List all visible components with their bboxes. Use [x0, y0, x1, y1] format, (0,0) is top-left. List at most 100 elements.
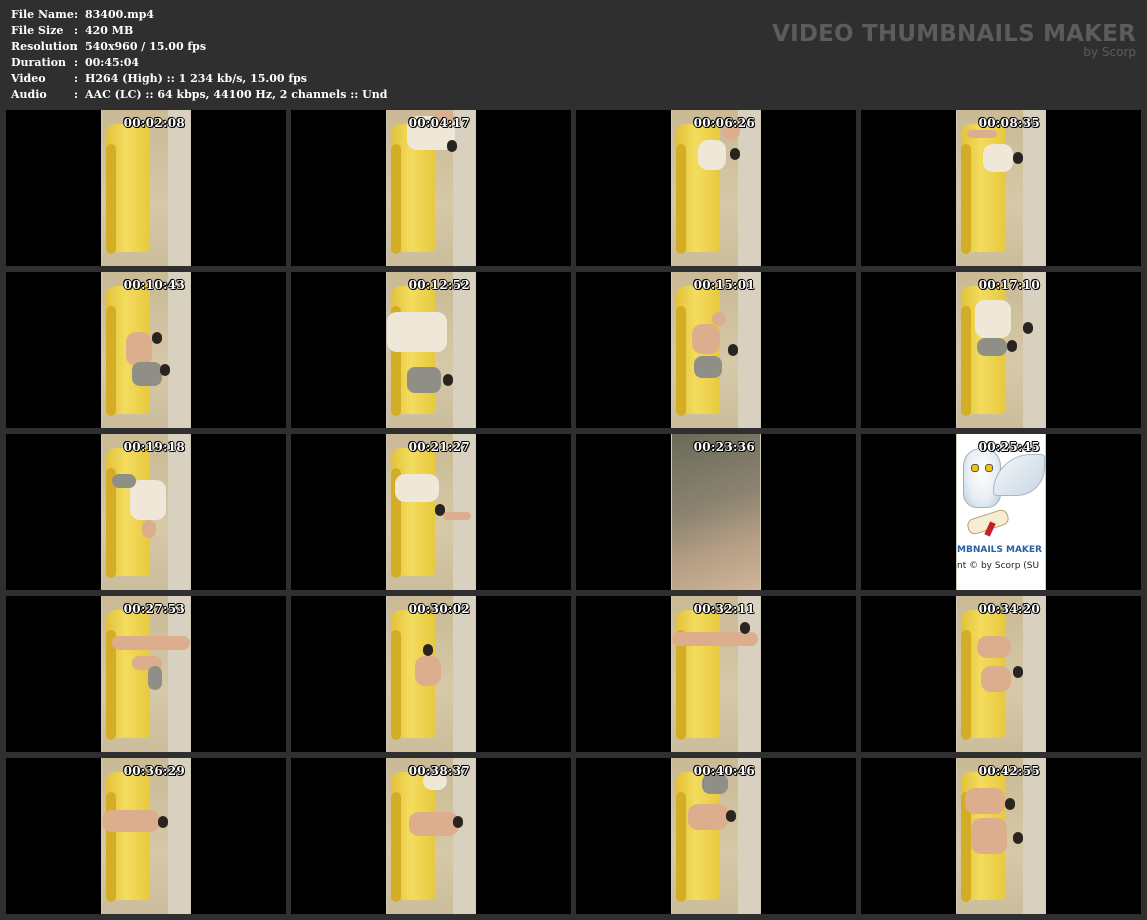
thumbnail-cell: 00:23:36 [576, 434, 856, 590]
timestamp: 00:25:45 [978, 440, 1040, 454]
sofa-back-graphic [676, 144, 686, 254]
person-graphic [102, 810, 160, 832]
video-frame [101, 110, 191, 266]
video-frame [101, 596, 191, 752]
sofa-graphic [106, 124, 150, 254]
person-graphic [443, 374, 453, 386]
video-frame [671, 434, 761, 590]
sofa-back-graphic [961, 144, 971, 254]
sofa-graphic [391, 772, 435, 902]
person-graphic [983, 144, 1013, 172]
person-graphic [132, 362, 162, 386]
thumbnail-cell: 00:19:18 [6, 434, 286, 590]
person-graphic [694, 356, 722, 378]
sofa-back-graphic [676, 306, 686, 416]
person-graphic [152, 332, 162, 344]
splash-copyright-text: nt © by Scorp (SU [957, 561, 1040, 571]
person-graphic [1023, 322, 1033, 334]
person-graphic [112, 474, 136, 488]
floor-graphic [168, 758, 190, 914]
timestamp: 00:23:36 [693, 440, 755, 454]
sofa-back-graphic [961, 630, 971, 740]
sofa-back-graphic [676, 792, 686, 902]
person-graphic [981, 666, 1011, 692]
timestamp: 00:12:52 [408, 278, 470, 292]
person-graphic [712, 312, 726, 326]
timestamp: 00:36:29 [123, 764, 185, 778]
timestamp: 00:42:55 [978, 764, 1040, 778]
timestamp: 00:06:26 [693, 116, 755, 130]
sofa-back-graphic [391, 792, 401, 902]
person-graphic [447, 140, 457, 152]
video-frame [101, 434, 191, 590]
video-frame [671, 596, 761, 752]
person-graphic [407, 367, 441, 393]
floor-graphic [1023, 596, 1045, 752]
thumbnail-cell: 00:42:55 [861, 758, 1141, 914]
thumbnail-cell: 00:38:37 [291, 758, 571, 914]
floor-graphic [738, 272, 760, 428]
timestamp: 00:04:17 [408, 116, 470, 130]
video-frame [386, 596, 476, 752]
thumbnail-cell: 00:04:17 [291, 110, 571, 266]
person-graphic [415, 656, 441, 686]
person-graphic [158, 816, 168, 828]
sofa-back-graphic [391, 630, 401, 740]
thumbnail-cell: 00:17:10 [861, 272, 1141, 428]
timestamp: 00:40:46 [693, 764, 755, 778]
video-frame [956, 596, 1046, 752]
thumbnail-cell: 00:06:26 [576, 110, 856, 266]
thumbnail-cell: 00:40:46 [576, 758, 856, 914]
person-graphic [1013, 666, 1023, 678]
floor-graphic [453, 272, 475, 428]
person-graphic [1007, 340, 1017, 352]
person-graphic [1013, 152, 1023, 164]
video-frame [101, 758, 191, 914]
person-graphic [692, 324, 720, 354]
video-frame [386, 758, 476, 914]
timestamp: 00:19:18 [123, 440, 185, 454]
floor-graphic [168, 596, 190, 752]
person-graphic [1005, 798, 1015, 810]
thumbnail-grid: 00:02:08 00:04:17 00:06:26 00:08:35 00:10:43… [0, 0, 1147, 920]
person-graphic [409, 812, 459, 836]
person-graphic [387, 312, 447, 352]
timestamp: 00:10:43 [123, 278, 185, 292]
person-graphic [112, 636, 190, 650]
video-frame [956, 110, 1046, 266]
person-graphic [730, 148, 740, 160]
floor-graphic [168, 110, 190, 266]
sofa-back-graphic [106, 306, 116, 416]
person-graphic [126, 332, 152, 366]
timestamp: 00:34:20 [978, 602, 1040, 616]
floor-graphic [1023, 272, 1045, 428]
floor-graphic [738, 758, 760, 914]
floor-graphic [1023, 758, 1045, 914]
floor-graphic [168, 272, 190, 428]
person-graphic [148, 666, 162, 690]
thumbnail-cell: 00:21:27 [291, 434, 571, 590]
thumbnail-cell: 00:15:01 [576, 272, 856, 428]
thumbnail-cell: 00:12:52 [291, 272, 571, 428]
video-frame [956, 758, 1046, 914]
floor-graphic [168, 434, 190, 590]
video-frame [671, 272, 761, 428]
owl-wing-graphic [993, 454, 1045, 496]
video-frame [386, 434, 476, 590]
timestamp: 00:38:37 [408, 764, 470, 778]
timestamp: 00:32:11 [693, 602, 755, 616]
person-graphic [726, 810, 736, 822]
sofa-back-graphic [676, 630, 686, 740]
person-graphic [688, 804, 728, 830]
person-graphic [975, 300, 1011, 338]
person-graphic [395, 474, 439, 502]
thumbnail-cell: 00:30:02 [291, 596, 571, 752]
sofa-back-graphic [106, 792, 116, 902]
timestamp: 00:15:01 [693, 278, 755, 292]
floor-graphic [453, 110, 475, 266]
thumbnail-cell: 00:32:11 [576, 596, 856, 752]
person-graphic [142, 520, 156, 538]
video-frame [671, 110, 761, 266]
thumbnail-cell: 00:27:53 [6, 596, 286, 752]
person-graphic [971, 818, 1007, 854]
